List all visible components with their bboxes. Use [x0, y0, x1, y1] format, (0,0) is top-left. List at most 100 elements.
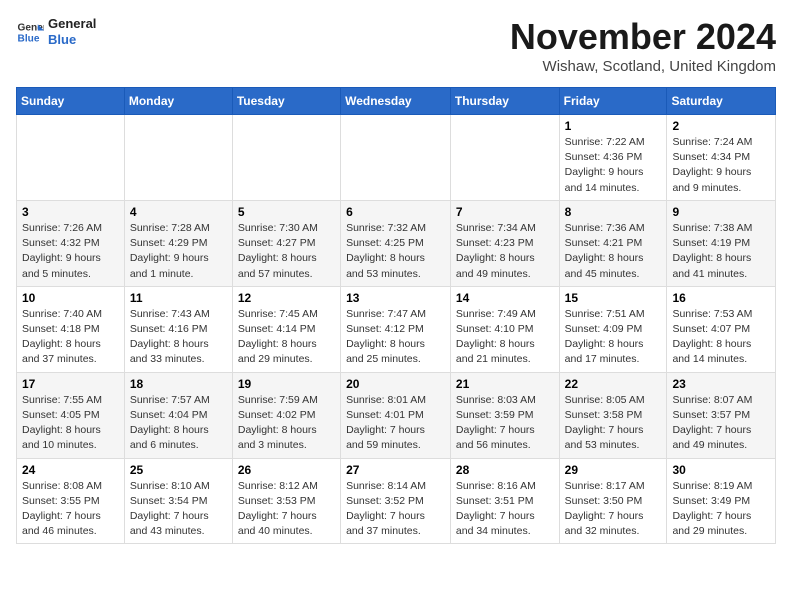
day-number: 29	[565, 463, 662, 477]
calendar-cell: 3 Sunrise: 7:26 AM Sunset: 4:32 PM Daylig…	[17, 200, 125, 286]
day-info: Sunrise: 7:47 AM Sunset: 4:12 PM Dayligh…	[346, 307, 445, 368]
location: Wishaw, Scotland, United Kingdom	[510, 58, 776, 75]
logo: General Blue General Blue	[16, 16, 96, 47]
day-number: 15	[565, 291, 662, 305]
day-info: Sunrise: 7:51 AM Sunset: 4:09 PM Dayligh…	[565, 307, 662, 368]
calendar-cell	[17, 115, 125, 201]
day-number: 22	[565, 377, 662, 391]
day-info: Sunrise: 7:24 AM Sunset: 4:34 PM Dayligh…	[672, 135, 770, 196]
day-number: 30	[672, 463, 770, 477]
calendar-cell: 19 Sunrise: 7:59 AM Sunset: 4:02 PM Dayli…	[232, 372, 340, 458]
day-info: Sunrise: 7:43 AM Sunset: 4:16 PM Dayligh…	[130, 307, 227, 368]
day-number: 4	[130, 205, 227, 219]
day-info: Sunrise: 8:19 AM Sunset: 3:49 PM Dayligh…	[672, 479, 770, 540]
day-info: Sunrise: 8:10 AM Sunset: 3:54 PM Dayligh…	[130, 479, 227, 540]
day-number: 26	[238, 463, 335, 477]
day-number: 12	[238, 291, 335, 305]
calendar-week-row: 17 Sunrise: 7:55 AM Sunset: 4:05 PM Dayli…	[17, 372, 776, 458]
weekday-header: Friday	[559, 88, 667, 115]
day-number: 21	[456, 377, 554, 391]
day-number: 10	[22, 291, 119, 305]
calendar-cell: 22Sunrise: 8:05 AM Sunset: 3:58 PM Dayli…	[559, 372, 667, 458]
day-number: 1	[565, 119, 662, 133]
day-info: Sunrise: 7:30 AM Sunset: 4:27 PM Dayligh…	[238, 221, 335, 282]
calendar-cell	[450, 115, 559, 201]
svg-text:Blue: Blue	[18, 33, 40, 44]
weekday-header: Thursday	[450, 88, 559, 115]
day-info: Sunrise: 8:08 AM Sunset: 3:55 PM Dayligh…	[22, 479, 119, 540]
calendar-cell: 15 Sunrise: 7:51 AM Sunset: 4:09 PM Dayli…	[559, 286, 667, 372]
day-info: Sunrise: 7:40 AM Sunset: 4:18 PM Dayligh…	[22, 307, 119, 368]
weekday-header: Saturday	[667, 88, 776, 115]
day-number: 19	[238, 377, 335, 391]
calendar-cell: 21 Sunrise: 8:03 AM Sunset: 3:59 PM Dayli…	[450, 372, 559, 458]
calendar-cell: 29 Sunrise: 8:17 AM Sunset: 3:50 PM Dayli…	[559, 458, 667, 544]
calendar-cell: 2 Sunrise: 7:24 AM Sunset: 4:34 PM Daylig…	[667, 115, 776, 201]
calendar-week-row: 24Sunrise: 8:08 AM Sunset: 3:55 PM Dayli…	[17, 458, 776, 544]
day-info: Sunrise: 8:14 AM Sunset: 3:52 PM Dayligh…	[346, 479, 445, 540]
calendar-cell: 7 Sunrise: 7:34 AM Sunset: 4:23 PM Daylig…	[450, 200, 559, 286]
day-number: 28	[456, 463, 554, 477]
day-info: Sunrise: 7:38 AM Sunset: 4:19 PM Dayligh…	[672, 221, 770, 282]
calendar-cell: 25 Sunrise: 8:10 AM Sunset: 3:54 PM Dayli…	[124, 458, 232, 544]
calendar-week-row: 10 Sunrise: 7:40 AM Sunset: 4:18 PM Dayli…	[17, 286, 776, 372]
weekday-header: Tuesday	[232, 88, 340, 115]
calendar-cell: 26 Sunrise: 8:12 AM Sunset: 3:53 PM Dayli…	[232, 458, 340, 544]
calendar-cell: 14 Sunrise: 7:49 AM Sunset: 4:10 PM Dayli…	[450, 286, 559, 372]
day-info: Sunrise: 7:36 AM Sunset: 4:21 PM Dayligh…	[565, 221, 662, 282]
calendar-cell	[124, 115, 232, 201]
day-number: 17	[22, 377, 119, 391]
day-number: 11	[130, 291, 227, 305]
calendar-table: SundayMondayTuesdayWednesdayThursdayFrid…	[16, 87, 776, 544]
day-number: 14	[456, 291, 554, 305]
calendar-cell: 18Sunrise: 7:57 AM Sunset: 4:04 PM Dayli…	[124, 372, 232, 458]
day-info: Sunrise: 7:45 AM Sunset: 4:14 PM Dayligh…	[238, 307, 335, 368]
day-number: 20	[346, 377, 445, 391]
weekday-header: Wednesday	[341, 88, 451, 115]
calendar-cell: 16 Sunrise: 7:53 AM Sunset: 4:07 PM Dayli…	[667, 286, 776, 372]
day-info: Sunrise: 7:53 AM Sunset: 4:07 PM Dayligh…	[672, 307, 770, 368]
weekday-header: Monday	[124, 88, 232, 115]
day-info: Sunrise: 7:22 AM Sunset: 4:36 PM Dayligh…	[565, 135, 662, 196]
day-number: 16	[672, 291, 770, 305]
calendar-cell: 10 Sunrise: 7:40 AM Sunset: 4:18 PM Dayli…	[17, 286, 125, 372]
day-info: Sunrise: 8:03 AM Sunset: 3:59 PM Dayligh…	[456, 393, 554, 454]
day-info: Sunrise: 8:17 AM Sunset: 3:50 PM Dayligh…	[565, 479, 662, 540]
day-number: 3	[22, 205, 119, 219]
day-info: Sunrise: 8:01 AM Sunset: 4:01 PM Dayligh…	[346, 393, 445, 454]
day-info: Sunrise: 7:59 AM Sunset: 4:02 PM Dayligh…	[238, 393, 335, 454]
page-header: General Blue General Blue November 2024 …	[16, 16, 776, 75]
calendar-week-row: 3 Sunrise: 7:26 AM Sunset: 4:32 PM Daylig…	[17, 200, 776, 286]
calendar-cell: 20 Sunrise: 8:01 AM Sunset: 4:01 PM Dayli…	[341, 372, 451, 458]
day-number: 7	[456, 205, 554, 219]
month-title: November 2024	[510, 16, 776, 58]
calendar-cell: 9Sunrise: 7:38 AM Sunset: 4:19 PM Daylig…	[667, 200, 776, 286]
day-info: Sunrise: 7:26 AM Sunset: 4:32 PM Dayligh…	[22, 221, 119, 282]
calendar-cell: 1 Sunrise: 7:22 AM Sunset: 4:36 PM Daylig…	[559, 115, 667, 201]
calendar-header-row: SundayMondayTuesdayWednesdayThursdayFrid…	[17, 88, 776, 115]
calendar-cell	[341, 115, 451, 201]
day-info: Sunrise: 7:32 AM Sunset: 4:25 PM Dayligh…	[346, 221, 445, 282]
day-info: Sunrise: 7:34 AM Sunset: 4:23 PM Dayligh…	[456, 221, 554, 282]
day-info: Sunrise: 7:55 AM Sunset: 4:05 PM Dayligh…	[22, 393, 119, 454]
calendar-cell: 5Sunrise: 7:30 AM Sunset: 4:27 PM Daylig…	[232, 200, 340, 286]
day-number: 27	[346, 463, 445, 477]
calendar-cell: 11 Sunrise: 7:43 AM Sunset: 4:16 PM Dayli…	[124, 286, 232, 372]
day-number: 18	[130, 377, 227, 391]
logo-line2: Blue	[48, 32, 96, 48]
calendar-cell: 12 Sunrise: 7:45 AM Sunset: 4:14 PM Dayli…	[232, 286, 340, 372]
calendar-cell: 23Sunrise: 8:07 AM Sunset: 3:57 PM Dayli…	[667, 372, 776, 458]
calendar-cell: 8Sunrise: 7:36 AM Sunset: 4:21 PM Daylig…	[559, 200, 667, 286]
day-number: 2	[672, 119, 770, 133]
calendar-cell: 6Sunrise: 7:32 AM Sunset: 4:25 PM Daylig…	[341, 200, 451, 286]
day-info: Sunrise: 7:49 AM Sunset: 4:10 PM Dayligh…	[456, 307, 554, 368]
calendar-cell: 27 Sunrise: 8:14 AM Sunset: 3:52 PM Dayli…	[341, 458, 451, 544]
day-number: 13	[346, 291, 445, 305]
day-number: 23	[672, 377, 770, 391]
calendar-cell: 24Sunrise: 8:08 AM Sunset: 3:55 PM Dayli…	[17, 458, 125, 544]
day-number: 25	[130, 463, 227, 477]
day-info: Sunrise: 8:12 AM Sunset: 3:53 PM Dayligh…	[238, 479, 335, 540]
calendar-cell	[232, 115, 340, 201]
day-info: Sunrise: 7:28 AM Sunset: 4:29 PM Dayligh…	[130, 221, 227, 282]
logo-icon: General Blue	[16, 18, 44, 46]
